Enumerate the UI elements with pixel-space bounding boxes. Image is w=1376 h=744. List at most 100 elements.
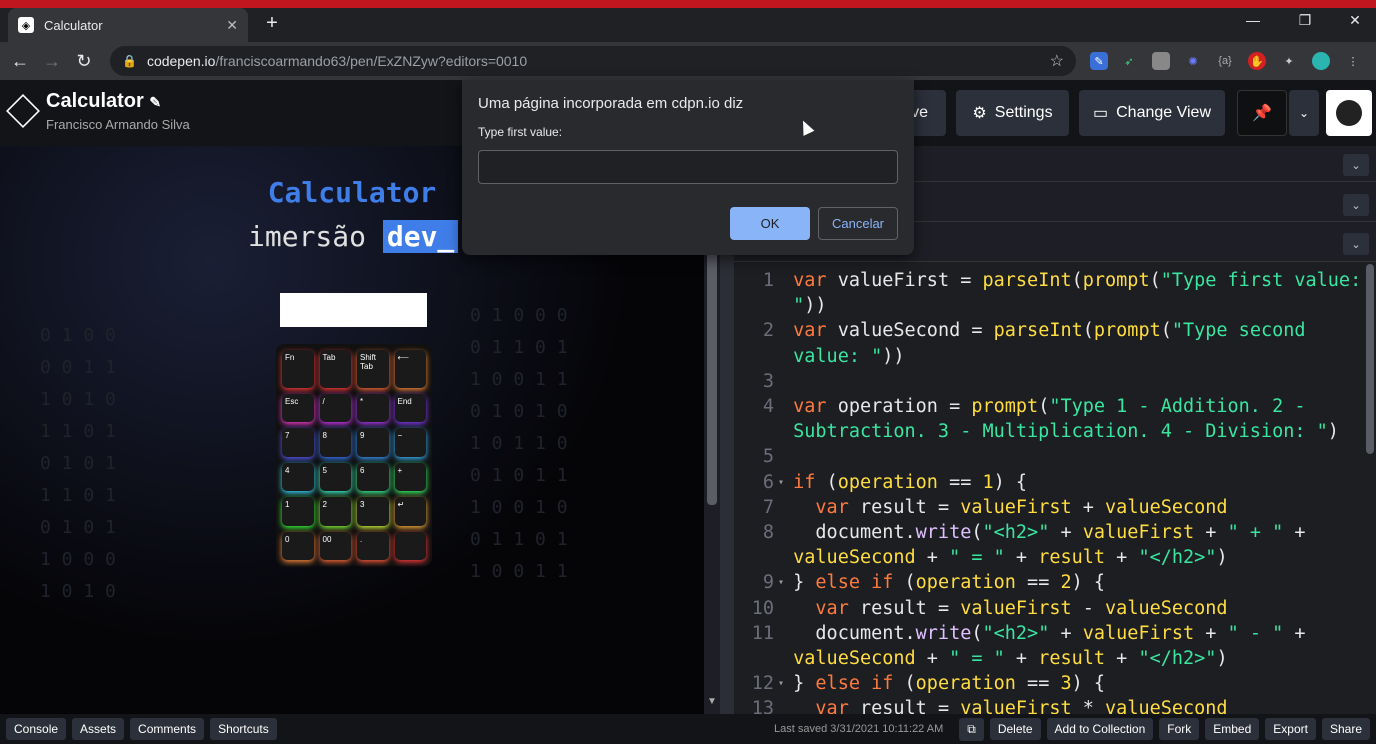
code-line[interactable]: 5 <box>734 444 1364 469</box>
code-line[interactable]: 12 ▾ } else if (operation == 3) { <box>734 671 1364 696</box>
new-tab-button[interactable]: + <box>262 12 282 35</box>
code-line[interactable]: Subtraction. 3 - Multiplication. 4 - Div… <box>734 419 1364 444</box>
footer-button-shortcuts[interactable]: Shortcuts <box>210 718 277 740</box>
extension-icon[interactable] <box>1152 52 1170 70</box>
extension-icon[interactable]: ➶ <box>1120 52 1138 70</box>
keypad-key: Shift Tab <box>357 350 389 388</box>
line-number: 2 <box>762 320 774 342</box>
prompt-input[interactable] <box>478 150 898 184</box>
chevron-down-icon[interactable]: ⌄ <box>1343 233 1369 255</box>
maximize-button[interactable]: ❐ <box>1290 12 1320 29</box>
puzzle-icon[interactable]: ✦ <box>1280 52 1298 70</box>
close-tab-icon[interactable]: ✕ <box>226 17 238 34</box>
reload-icon[interactable]: ↻ <box>72 51 96 72</box>
footer-button-assets[interactable]: Assets <box>72 718 125 740</box>
address-bar[interactable]: 🔒 codepen.io/franciscoarmando63/pen/ExZN… <box>110 46 1076 76</box>
code-line[interactable]: 2 var valueSecond = parseInt(prompt("Typ… <box>734 318 1364 343</box>
line-number: 1 <box>762 270 774 291</box>
footer-bar: Console Assets Comments Shortcuts Last save… <box>0 714 1376 744</box>
code-text: var operation = prompt("Type 1 - Additio… <box>793 396 1306 418</box>
back-icon[interactable]: ← <box>8 51 32 72</box>
line-number: 12 <box>751 673 774 695</box>
line-number <box>734 646 778 671</box>
code-text: var result = valueFirst + valueSecond <box>815 496 1228 518</box>
extension-icon[interactable]: {a} <box>1216 52 1234 70</box>
chevron-down-icon[interactable]: ⌄ <box>1343 154 1369 176</box>
keypad-key: Tab <box>319 350 351 388</box>
footer-button-share[interactable]: Share <box>1321 718 1370 740</box>
footer-button-comments[interactable]: Comments <box>130 718 205 740</box>
extension-icon[interactable]: ✋ <box>1248 52 1266 70</box>
subtitle-highlight: dev_ <box>382 220 459 253</box>
line-number: 13 <box>751 698 774 714</box>
extension-icon[interactable]: ✎ <box>1090 52 1108 70</box>
code-line[interactable]: 7 var result = valueFirst + valueSecond <box>734 495 1364 520</box>
code-text: var valueFirst = parseInt(prompt("Type f… <box>793 270 1362 291</box>
extension-icon[interactable]: ✺ <box>1184 52 1202 70</box>
chevron-down-icon[interactable]: ⌄ <box>1343 194 1369 216</box>
code-line[interactable]: 8 document.write("<h2>" + valueFirst + "… <box>734 520 1364 545</box>
keypad-key: 4 <box>282 462 314 491</box>
scroll-down-arrow-icon[interactable]: ▼ <box>704 696 720 707</box>
code-line[interactable]: 10 var result = valueFirst - valueSecond <box>734 596 1364 621</box>
code-line[interactable]: 13 var result = valueFirst * valueSecond <box>734 696 1364 714</box>
forward-icon[interactable]: → <box>40 51 64 72</box>
js-code-editor[interactable]: 1 var valueFirst = parseInt(prompt("Type… <box>734 262 1364 714</box>
ok-button[interactable]: OK <box>730 207 810 240</box>
code-scrollbar-thumb[interactable] <box>1366 264 1374 454</box>
keypad-key: ↵ <box>394 497 426 526</box>
code-text: document.write("<h2>" + valueFirst + " +… <box>782 522 1306 544</box>
code-line[interactable]: 11 document.write("<h2>" + valueFirst + … <box>734 621 1364 646</box>
keypad-key: 9 <box>357 428 389 457</box>
line-number: 4 <box>762 396 774 418</box>
preview-scrollbar-thumb[interactable] <box>707 250 717 505</box>
open-external-icon[interactable]: ⧉ <box>959 717 984 741</box>
footer-button-fork[interactable]: Fork <box>1159 718 1200 740</box>
code-line[interactable]: ")) <box>734 293 1364 318</box>
menu-dots-icon[interactable]: ⋮ <box>1344 52 1362 70</box>
code-line[interactable]: 3 <box>734 369 1364 394</box>
browser-tab[interactable]: ◈ Calculator ✕ <box>8 8 248 42</box>
code-line[interactable]: value: ")) <box>734 344 1364 369</box>
code-line[interactable]: 9 ▾ } else if (operation == 2) { <box>734 570 1364 595</box>
profile-avatar[interactable] <box>1312 52 1330 70</box>
settings-button[interactable]: ⚙ Settings <box>956 90 1069 136</box>
code-line[interactable]: valueSecond + " = " + result + "</h2>") <box>734 646 1364 671</box>
chevron-down-icon: ⌄ <box>1298 106 1310 120</box>
minimize-button[interactable]: — <box>1238 12 1268 28</box>
code-text: } else if (operation == 2) { <box>782 572 1106 594</box>
line-number: 7 <box>762 496 774 518</box>
pen-author[interactable]: Francisco Armando Silva <box>46 117 190 132</box>
edit-pencil-icon[interactable]: ✎ <box>149 94 161 110</box>
keypad-key <box>394 531 426 560</box>
pin-button[interactable]: 📌 <box>1237 90 1287 136</box>
footer-button-embed[interactable]: Embed <box>1205 718 1260 740</box>
footer-button-export[interactable]: Export <box>1265 718 1316 740</box>
bookmark-star-icon[interactable]: ☆ <box>1050 51 1064 71</box>
code-line[interactable]: 6 ▾ if (operation == 1) { <box>734 470 1364 495</box>
code-line[interactable]: 1 var valueFirst = parseInt(prompt("Type… <box>734 268 1364 293</box>
gear-icon: ⚙ <box>972 105 987 122</box>
footer-button-delete[interactable]: Delete <box>989 718 1041 740</box>
code-line[interactable]: 4 var operation = prompt("Type 1 - Addit… <box>734 394 1364 419</box>
user-avatar[interactable] <box>1326 90 1372 136</box>
close-window-button[interactable]: ✕ <box>1340 12 1370 29</box>
cancel-button[interactable]: Cancelar <box>818 207 898 240</box>
change-view-button[interactable]: ▭ Change View <box>1079 90 1225 136</box>
keypad-key: 1 <box>282 497 314 526</box>
line-number <box>734 344 778 369</box>
pen-title[interactable]: Calculator ✎ <box>46 90 161 113</box>
footer-button-add-to-collection[interactable]: Add to Collection <box>1046 718 1154 740</box>
binary-background: 0 1 0 0 0 0 1 1 1 0 1 0 1 1 0 1 0 1 0 1 … <box>40 325 116 602</box>
pin-dropdown-button[interactable]: ⌄ <box>1289 90 1319 136</box>
keypad-key: ⟵ <box>394 350 426 388</box>
keypad-key: − <box>394 428 426 457</box>
line-number <box>734 545 778 570</box>
pen-title-text: Calculator <box>46 90 144 112</box>
code-line[interactable]: valueSecond + " = " + result + "</h2>") <box>734 545 1364 570</box>
code-text: } else if (operation == 3) { <box>782 673 1106 695</box>
code-text: ")) <box>793 295 827 317</box>
keypad-key: 8 <box>319 428 351 457</box>
keypad-key: End <box>394 393 426 422</box>
footer-button-console[interactable]: Console <box>6 718 67 740</box>
